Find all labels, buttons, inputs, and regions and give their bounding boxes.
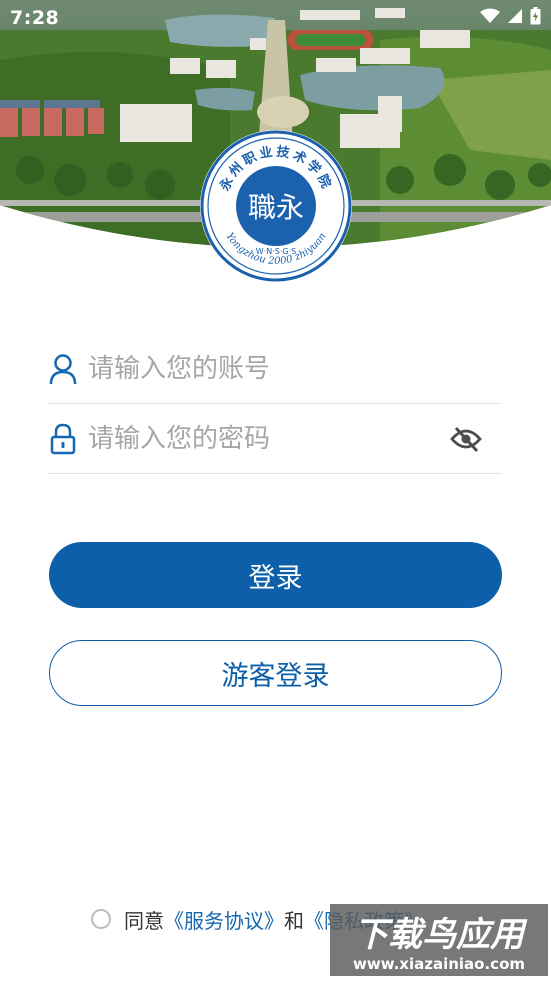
eye-off-icon[interactable]: [446, 419, 486, 459]
guest-login-button[interactable]: 游客登录: [49, 640, 502, 706]
lock-icon: [48, 422, 78, 456]
login-button[interactable]: 登录: [49, 542, 502, 608]
password-input[interactable]: [88, 423, 446, 454]
account-field: [48, 334, 502, 404]
agree-conjunction: 和: [284, 908, 304, 933]
password-field: [48, 404, 502, 474]
watermark: 下载鸟应用 www.xiazainiao.com: [330, 904, 548, 976]
status-time: 7:28: [10, 7, 60, 29]
watermark-url: www.xiazainiao.com: [353, 955, 525, 973]
agree-prefix: 同意: [124, 908, 164, 933]
wifi-icon: [480, 8, 500, 28]
user-icon: [48, 352, 78, 386]
battery-charging-icon: [530, 7, 541, 29]
account-input[interactable]: [88, 353, 502, 384]
watermark-title: 下载鸟应用: [354, 915, 528, 955]
agree-radio[interactable]: [91, 909, 111, 929]
service-agreement-link[interactable]: 《服务协议》: [164, 905, 284, 934]
status-bar: 7:28: [0, 0, 551, 36]
status-icons: [480, 7, 541, 29]
signal-icon: [507, 8, 523, 28]
school-logo: 永州职业技术学院 職永 W·N·S·G·S Yongzhou 2000 zhiy…: [198, 128, 354, 284]
logo-center-glyph: 職永: [248, 191, 304, 224]
